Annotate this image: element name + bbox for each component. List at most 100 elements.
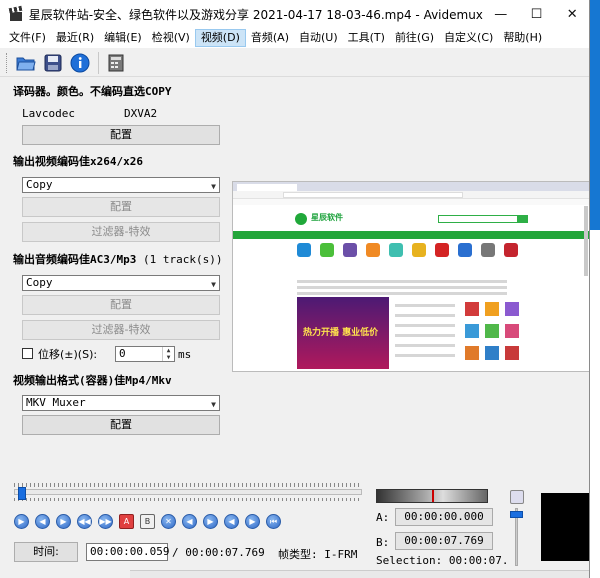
desktop-background — [590, 0, 600, 578]
site-logo-icon — [295, 213, 307, 225]
toolbar-grip[interactable] — [6, 52, 9, 73]
audio-shift-value: 0 — [119, 347, 126, 360]
video-preview: 星辰软件 热力开播 惠业低价 — [232, 181, 589, 372]
menu-view[interactable]: 检视(V) — [147, 29, 195, 47]
avidemux-window: 星辰软件站-安全、绿色软件以及游戏分享 2021-04-17 18-03-46.… — [0, 0, 590, 578]
navigation-buttons: ▶ ◀ ▶ ◀◀ ▶▶ A B ✕ ◀ ▶ ◀ ▶ ⏮ — [14, 514, 287, 532]
marker-a-value: 00:00:00.000 — [395, 508, 493, 526]
next-keyframe-icon[interactable]: ▶▶ — [98, 514, 113, 529]
total-time: / 00:00:07.769 — [172, 546, 265, 559]
menu-tools[interactable]: 工具(T) — [343, 29, 390, 47]
audio-output-heading: 输出音频编码佳AC3/Mp3 (1 track(s)) — [13, 251, 222, 267]
selection-duration: Selection: 00:00:07. — [376, 554, 509, 567]
save-icon[interactable] — [42, 52, 64, 74]
previous-black-frame-icon[interactable]: ◀ — [224, 514, 239, 529]
site-app-icons — [233, 243, 589, 257]
audio-filters-button[interactable]: 过滤器-特效 — [22, 320, 220, 340]
close-button[interactable]: ✕ — [554, 0, 589, 28]
menu-edit[interactable]: 编辑(E) — [99, 29, 147, 47]
minimize-button[interactable]: — — [483, 0, 519, 28]
menu-custom[interactable]: 自定义(C) — [439, 29, 498, 47]
preview-browser-tabs — [233, 182, 589, 191]
time-button[interactable]: 时间: — [14, 542, 78, 562]
video-codec-select[interactable]: Copy ▼ — [22, 177, 220, 193]
menu-go[interactable]: 前往(G) — [390, 29, 439, 47]
volume-thumb[interactable] — [510, 510, 523, 518]
chevron-down-icon: ▼ — [211, 400, 216, 409]
chevron-down-icon: ▼ — [211, 182, 216, 191]
format-config-button[interactable]: 配置 — [22, 415, 220, 435]
video-codec-value: Copy — [26, 178, 53, 191]
container-value: MKV Muxer — [26, 396, 86, 409]
menu-recent[interactable]: 最近(R) — [51, 29, 99, 47]
preview-site-header: 星辰软件 — [233, 205, 589, 231]
site-search-box — [438, 215, 518, 223]
chevron-down-icon: ▼ — [211, 280, 216, 289]
forward-icon[interactable]: ▶ — [56, 514, 71, 529]
audio-config-button[interactable]: 配置 — [22, 295, 220, 315]
timeline-thumb[interactable] — [17, 487, 26, 500]
audio-shift-checkbox[interactable] — [22, 348, 33, 359]
decoder-codec-label: Lavcodec — [22, 107, 75, 120]
window-title: 星辰软件站-安全、绿色软件以及游戏分享 2021-04-17 18-03-46.… — [28, 7, 483, 22]
timeline-ticks-bottom — [14, 498, 362, 501]
audio-shift-label: 位移(±)(S): — [38, 348, 98, 361]
marker-b-label: B: — [376, 536, 390, 549]
audio-codec-value: Copy — [26, 276, 53, 289]
site-name: 星辰软件 — [311, 213, 343, 222]
menu-audio[interactable]: 音频(A) — [246, 29, 294, 47]
audio-meter-marker — [432, 490, 434, 502]
menu-file[interactable]: 文件(F) — [4, 29, 51, 47]
decoder-config-button[interactable]: 配置 — [22, 125, 220, 145]
goto-marker-b-icon[interactable]: ▶ — [203, 514, 218, 529]
volume-icon[interactable] — [510, 490, 524, 504]
toolbar — [0, 49, 589, 77]
horizontal-scrollbar[interactable] — [130, 570, 589, 578]
audio-shift-input[interactable]: 0 ▲ ▼ — [115, 346, 175, 362]
rewind-icon[interactable]: ◀ — [35, 514, 50, 529]
timeline-slider[interactable] — [14, 489, 362, 495]
menu-auto[interactable]: 自动(U) — [294, 29, 343, 47]
container-select[interactable]: MKV Muxer ▼ — [22, 395, 220, 411]
menu-video[interactable]: 视频(D) — [194, 29, 246, 47]
maximize-button[interactable]: ☐ — [519, 0, 555, 28]
preview-scrollbar — [584, 206, 588, 276]
set-marker-a-icon[interactable]: A — [119, 514, 134, 529]
video-config-button[interactable]: 配置 — [22, 197, 220, 217]
delete-selection-icon[interactable]: ✕ — [161, 514, 176, 529]
video-output-heading: 输出视频编码佳x264/x26 — [13, 155, 143, 168]
audio-track-count: (1 track(s)) — [142, 253, 223, 266]
preview-address-bar — [233, 191, 589, 199]
site-banner-text: 热力开播 惠业低价 — [303, 328, 379, 338]
video-filters-button[interactable]: 过滤器-特效 — [22, 222, 220, 242]
decoder-accel-label: DXVA2 — [124, 107, 158, 120]
goto-start-icon[interactable]: ⏮ — [266, 514, 281, 529]
site-nav-bar — [233, 231, 589, 239]
marker-b-value: 00:00:07.769 — [395, 532, 493, 550]
spin-arrows-icon[interactable]: ▲ ▼ — [162, 347, 174, 361]
avidemux-icon — [8, 6, 22, 22]
marker-a-label: A: — [376, 511, 390, 524]
open-file-icon[interactable] — [15, 52, 37, 74]
audio-codec-select[interactable]: Copy ▼ — [22, 275, 220, 291]
menu-help[interactable]: 帮助(H) — [498, 29, 547, 47]
previous-keyframe-icon[interactable]: ◀◀ — [77, 514, 92, 529]
audio-preview-area — [541, 493, 589, 561]
goto-marker-a-icon[interactable]: ◀ — [182, 514, 197, 529]
current-time-input[interactable]: 00:00:00.059 — [86, 543, 169, 561]
calculator-icon[interactable] — [105, 52, 127, 74]
frame-type: 帧类型: I-FRM — [278, 548, 358, 561]
title-bar: 星辰软件站-安全、绿色软件以及游戏分享 2021-04-17 18-03-46.… — [0, 0, 589, 28]
play-icon[interactable]: ▶ — [14, 514, 29, 529]
format-heading: 视频输出格式(容器)佳Mp4/Mkv — [13, 374, 172, 387]
info-icon[interactable] — [69, 52, 91, 74]
decoder-heading: 译码器。颜色。不编码直选COPY — [13, 85, 172, 98]
timeline-ticks — [14, 483, 362, 487]
set-marker-b-icon[interactable]: B — [140, 514, 155, 529]
site-search-button — [518, 215, 528, 223]
toolbar-separator — [98, 51, 99, 74]
next-black-frame-icon[interactable]: ▶ — [245, 514, 260, 529]
menu-bar: 文件(F) 最近(R) 编辑(E) 检视(V) 视频(D) 音频(A) 自动(U… — [0, 28, 589, 48]
audio-output-title: 输出音频编码佳AC3/Mp3 — [13, 253, 137, 266]
audio-shift-unit: ms — [178, 348, 192, 361]
